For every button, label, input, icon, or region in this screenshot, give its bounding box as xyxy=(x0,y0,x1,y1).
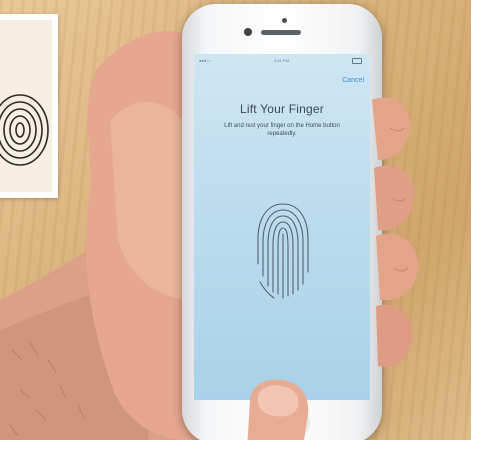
photo: ●●●○○ 2:51 PM Cancel Lift Your Finger Li… xyxy=(0,0,491,466)
thumb-on-home-button xyxy=(246,379,309,466)
page-margin-right xyxy=(471,0,491,466)
page-margin-bottom xyxy=(0,440,491,466)
